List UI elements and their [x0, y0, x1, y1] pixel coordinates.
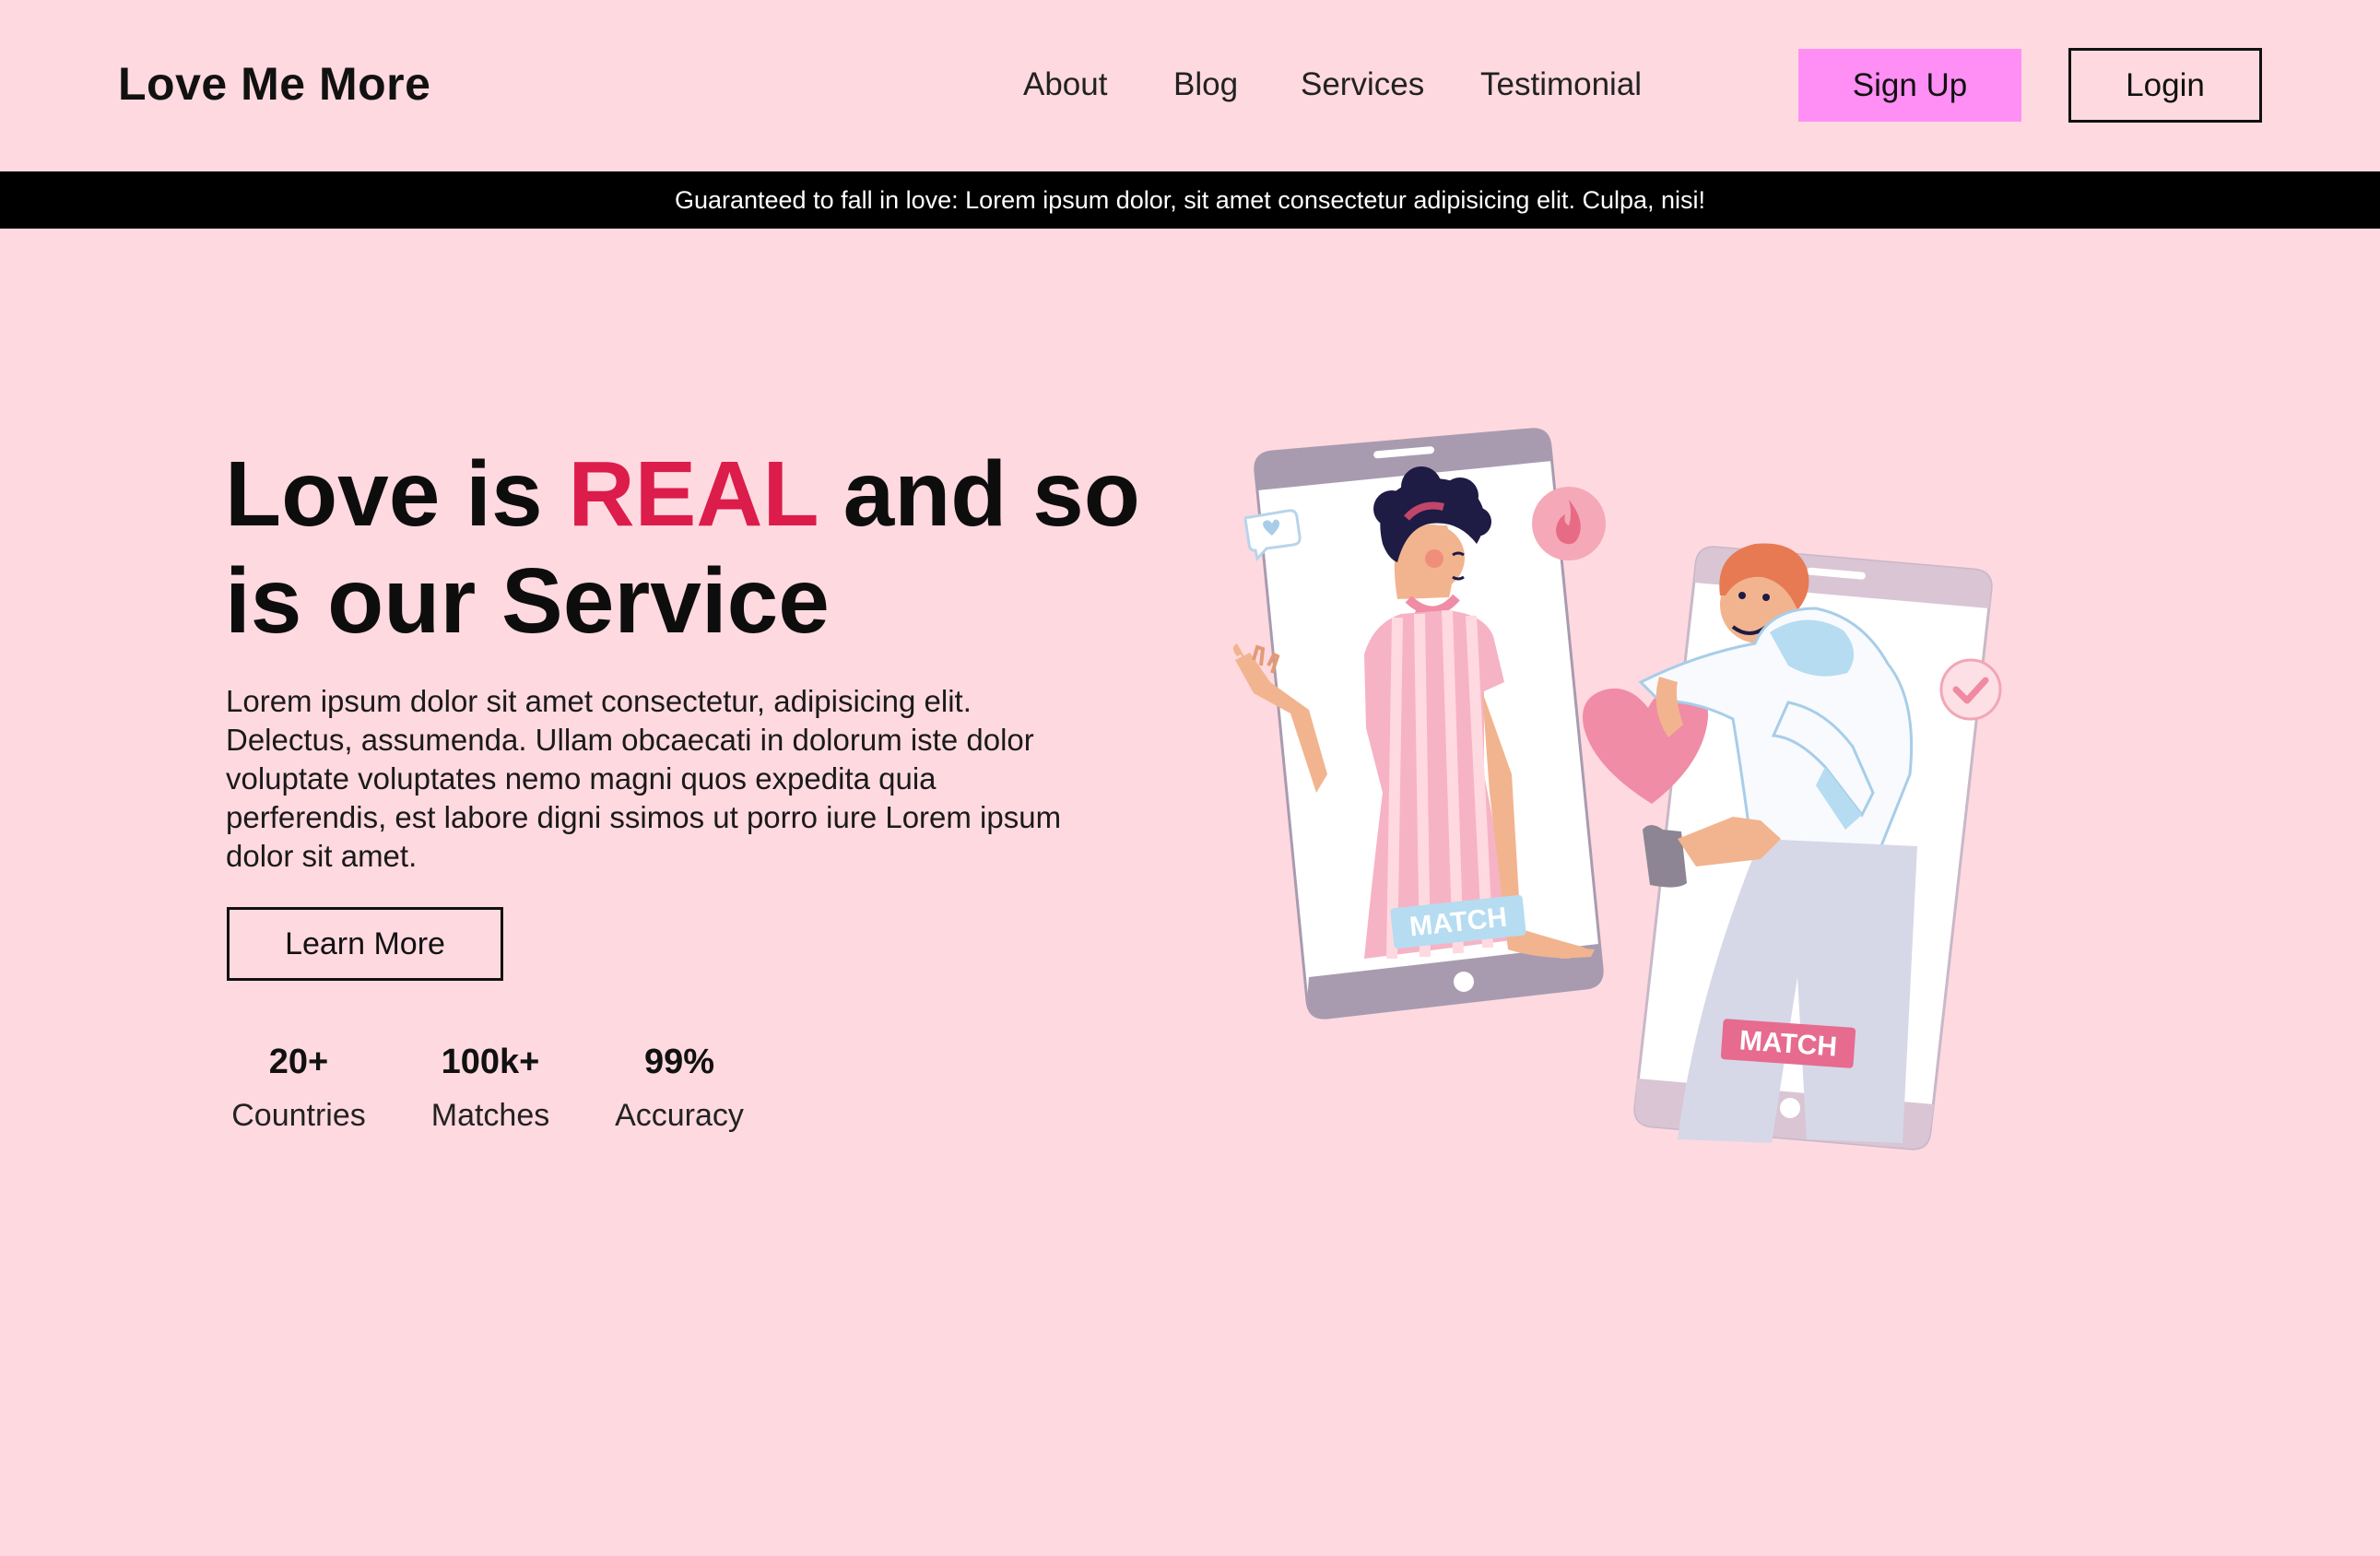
hero-title: Love is REAL and so is our Service [225, 441, 1147, 654]
nav-link-blog[interactable]: Blog [1173, 66, 1238, 103]
stat-value: 20+ [268, 1043, 329, 1081]
check-badge-icon [1939, 658, 2002, 721]
nav-link-testimonial[interactable]: Testimonial [1480, 66, 1642, 103]
hero-title-accent: REAL [568, 442, 818, 546]
stat-value: 99% [643, 1043, 715, 1081]
site-logo[interactable]: Love Me More [118, 57, 430, 111]
stat-value: 100k+ [441, 1043, 540, 1081]
stat-label: Accuracy [615, 1098, 744, 1133]
stat-countries: 20+ Countries [226, 1040, 371, 1138]
promo-banner: Guaranteed to fall in love: Lorem ipsum … [0, 171, 2380, 229]
sign-up-button[interactable]: Sign Up [1798, 49, 2021, 122]
stat-label: Countries [231, 1098, 366, 1133]
nav-link-services[interactable]: Services [1301, 66, 1424, 103]
login-button[interactable]: Login [2068, 48, 2262, 123]
stat-matches: 100k+ Matches [427, 1040, 554, 1138]
learn-more-button[interactable]: Learn More [227, 907, 503, 981]
hero-description: Lorem ipsum dolor sit amet consectetur, … [226, 684, 1062, 873]
stat-label: Matches [430, 1098, 550, 1133]
site-header: Love Me More About Blog Services Testimo… [0, 0, 2380, 171]
stat-accuracy: 99% Accuracy [610, 1040, 748, 1138]
flame-icon [1532, 487, 1606, 560]
hero-title-part1: Love is [225, 442, 569, 546]
promo-banner-text: Guaranteed to fall in love: Lorem ipsum … [674, 185, 1706, 214]
dating-app-illustration: MATCH MATCH [1233, 428, 2002, 1150]
nav-link-about[interactable]: About [1023, 66, 1107, 103]
